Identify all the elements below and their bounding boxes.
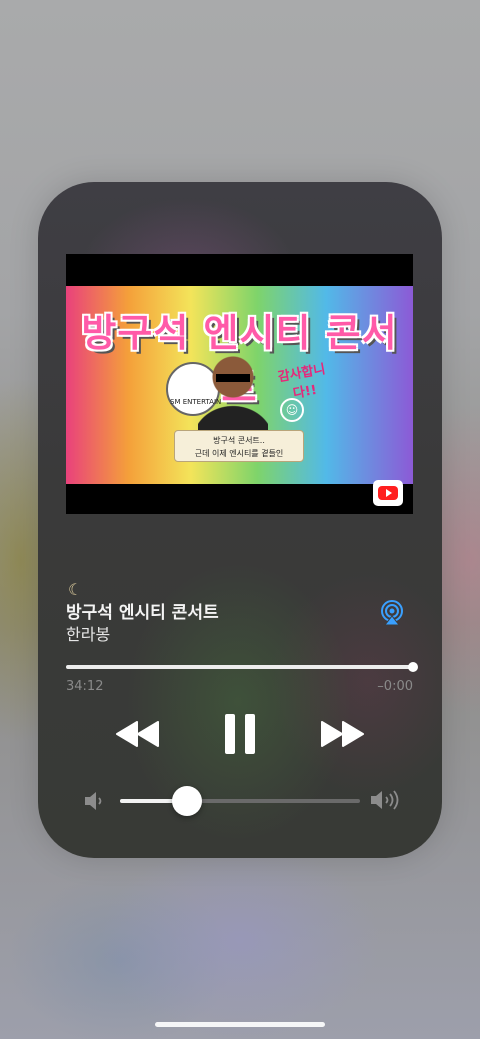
- rewind-button[interactable]: [114, 712, 162, 756]
- sunglasses-graphic: [216, 374, 250, 382]
- progress-knob[interactable]: [408, 662, 418, 672]
- remaining-time: –0:00: [377, 679, 413, 694]
- scroll-line-1: 방구석 콘서트..: [213, 436, 265, 445]
- smile-icon: ☺: [280, 398, 304, 422]
- track-title: 방구석 엔시티 콘서트: [66, 603, 219, 623]
- progress-bar[interactable]: [66, 665, 414, 669]
- speaker-high-icon: [370, 788, 402, 812]
- now-playing-card: 방구석 엔시티 콘서트 SM ENTERTAIN 감사합니다!! ☺ 방구석 콘…: [38, 182, 442, 858]
- airplay-icon[interactable]: [379, 600, 405, 626]
- volume-slider[interactable]: [120, 799, 360, 803]
- fast-forward-button[interactable]: [318, 712, 366, 756]
- speaker-low-icon: [84, 790, 104, 812]
- scroll-banner: 방구석 콘서트.. 근데 이제 엔시티를 곁들인: [174, 430, 304, 462]
- video-thumbnail: 방구석 엔시티 콘서트 SM ENTERTAIN 감사합니다!! ☺ 방구석 콘…: [66, 286, 413, 484]
- person-image: [198, 352, 268, 442]
- scroll-line-2: 근데 이제 엔시티를 곁들인: [194, 449, 284, 458]
- video-artwork[interactable]: 방구석 엔시티 콘서트 SM ENTERTAIN 감사합니다!! ☺ 방구석 콘…: [66, 254, 413, 514]
- track-artist: 한라봉: [66, 625, 111, 644]
- pause-icon: [225, 714, 255, 754]
- sleep-moon-icon: ☾: [68, 580, 83, 599]
- rewind-icon: [116, 721, 159, 747]
- pause-button[interactable]: [220, 712, 260, 756]
- elapsed-time: 34:12: [66, 679, 104, 694]
- home-indicator[interactable]: [155, 1022, 325, 1027]
- fast-forward-icon: [321, 721, 364, 747]
- volume-knob[interactable]: [172, 786, 203, 816]
- youtube-icon[interactable]: [373, 480, 403, 506]
